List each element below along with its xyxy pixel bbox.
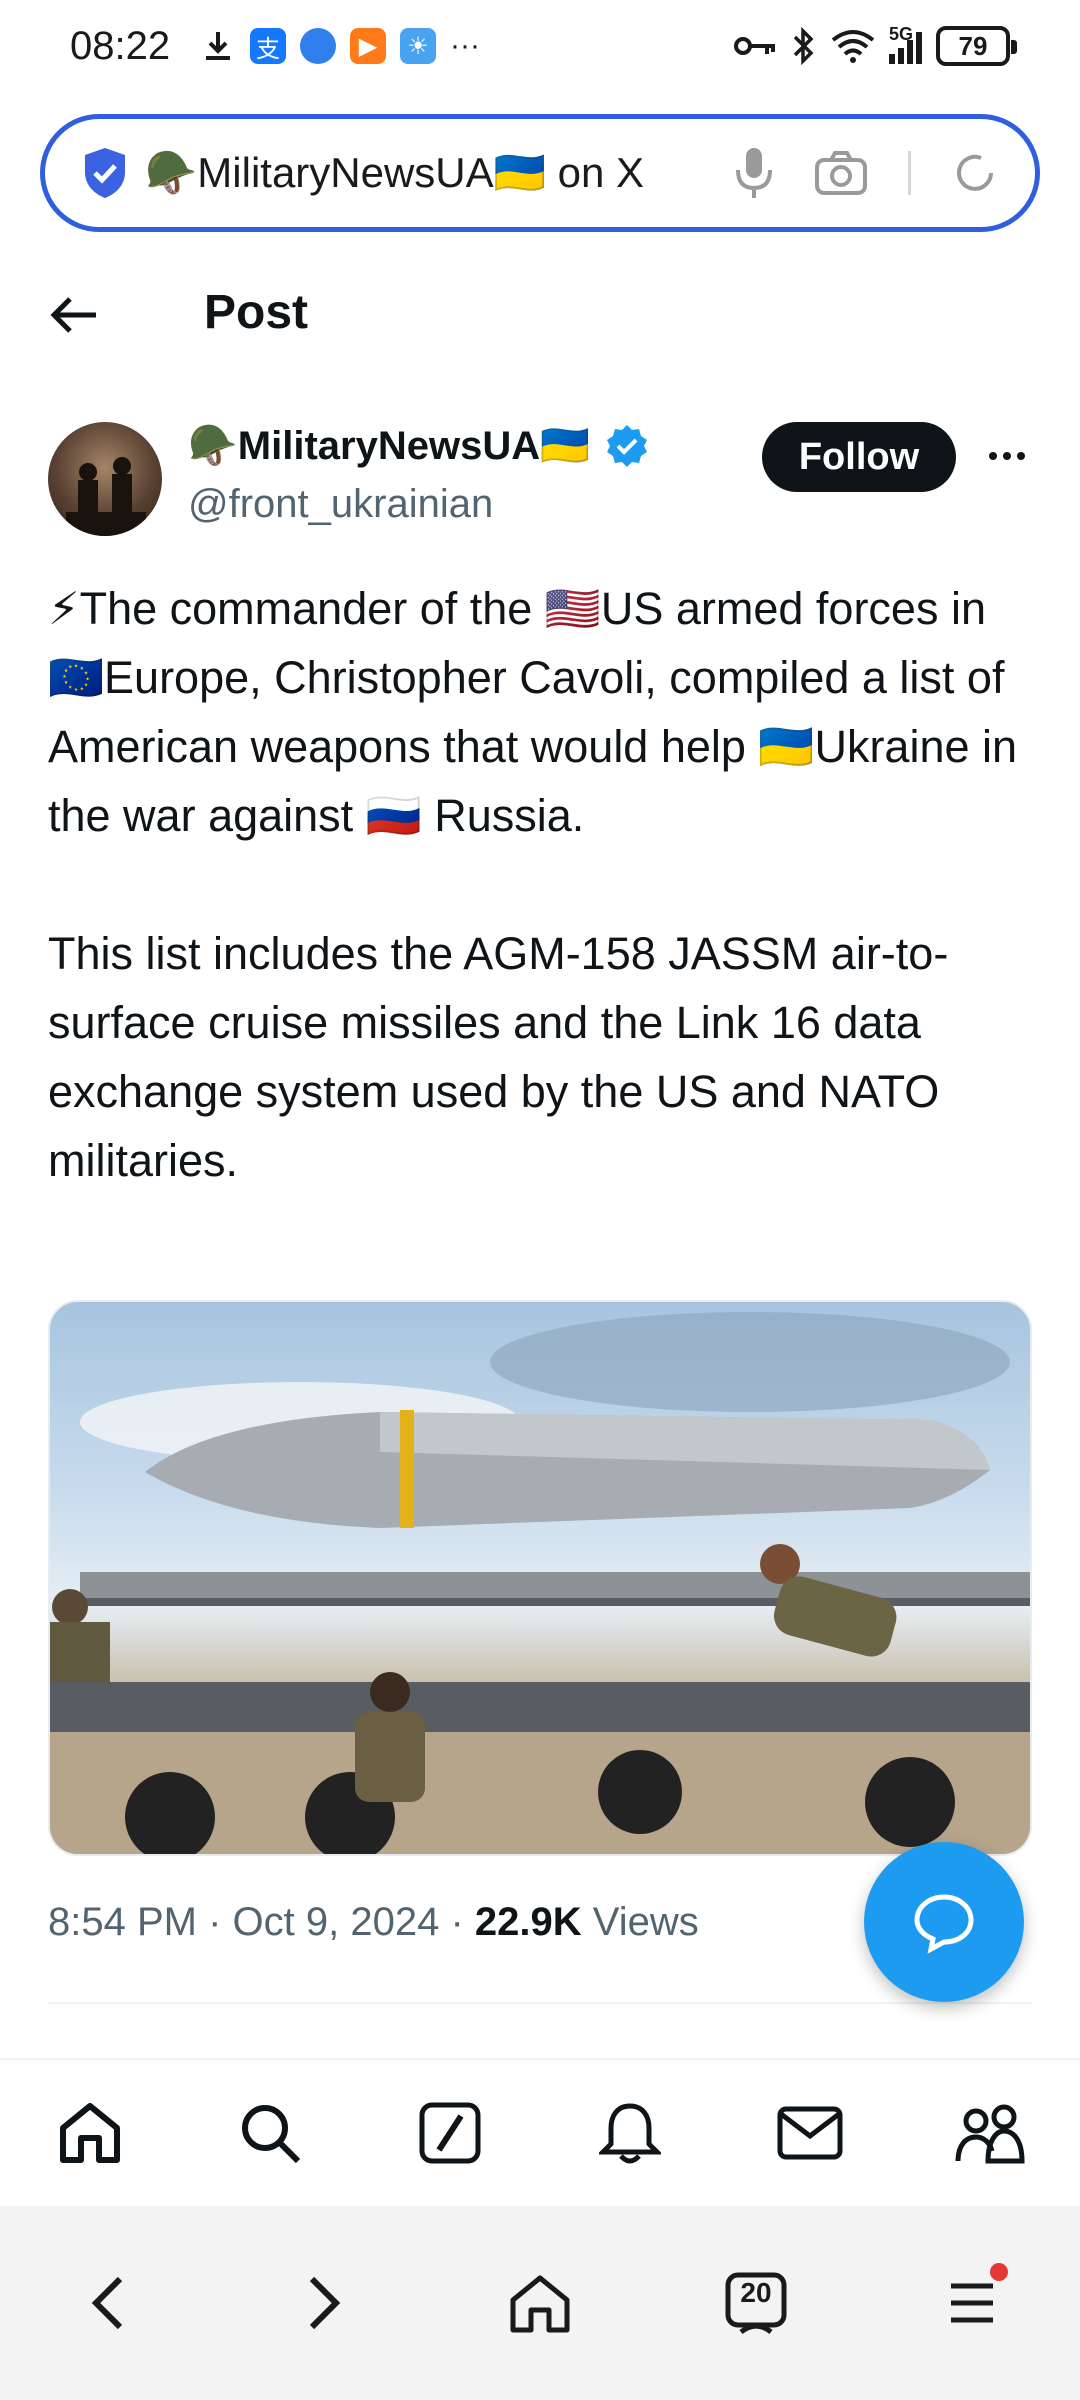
nav-notifications[interactable] <box>585 2088 675 2178</box>
browser-menu-button[interactable] <box>922 2253 1022 2353</box>
status-time: 08:22 <box>70 24 171 68</box>
bluetooth-icon <box>793 27 814 65</box>
app-icon <box>300 28 336 64</box>
tweet-text: ⚡The commander of the 🇺🇸US armed forces … <box>48 583 1018 1186</box>
menu-icon <box>951 2283 993 2323</box>
microphone-icon[interactable] <box>734 144 774 202</box>
nav-home[interactable] <box>45 2088 135 2178</box>
app-bottom-nav <box>0 2058 1080 2206</box>
tweet-meta: 8:54 PM · Oct 9, 2024 · 22.9K Views <box>48 1900 699 1945</box>
browser-home-button[interactable] <box>490 2253 590 2353</box>
search-icon <box>242 2105 301 2164</box>
author-handle[interactable]: @front_ukrainian <box>188 482 493 527</box>
shield-check-icon <box>85 148 125 198</box>
avatar[interactable] <box>48 422 162 536</box>
meta-separator: · <box>450 1900 475 1944</box>
back-icon <box>91 2276 123 2330</box>
notifications-icon <box>599 2103 661 2164</box>
grok-icon <box>419 2102 481 2164</box>
browser-forward-button[interactable] <box>274 2253 374 2353</box>
views-label: Views <box>592 1900 699 1944</box>
nav-search[interactable] <box>225 2088 315 2178</box>
forward-icon <box>309 2276 341 2330</box>
nav-messages[interactable] <box>765 2088 855 2178</box>
back-arrow-icon[interactable] <box>46 287 102 343</box>
views-count: 22.9K <box>474 1900 582 1944</box>
browser-tabs-button[interactable]: 20 <box>706 2253 806 2353</box>
address-text[interactable]: 🪖MilitaryNewsUA🇺🇦 on X <box>145 149 734 198</box>
avatar-image <box>66 457 146 536</box>
more-dots-icon: ··· <box>450 29 480 62</box>
compose-reply-button[interactable] <box>864 1842 1024 2002</box>
divider <box>48 2002 1032 2004</box>
battery-icon: 79 <box>936 26 1017 66</box>
alipay-icon: 支 <box>250 28 286 64</box>
tweet-time: 8:54 PM <box>48 1900 197 1944</box>
chat-bubble-icon <box>914 1894 974 1954</box>
missile-photo <box>50 1312 1030 1854</box>
network-type-label: 5G <box>889 24 914 44</box>
communities-icon <box>955 2104 1025 2164</box>
verified-badge-icon <box>606 424 647 467</box>
page-title: Post <box>204 286 309 339</box>
post-header: Post <box>0 265 1080 365</box>
author-name-row[interactable]: 🪖MilitaryNewsUA🇺🇦 <box>188 422 650 469</box>
download-icon <box>206 32 230 60</box>
browser-address-bar[interactable]: 🪖MilitaryNewsUA🇺🇦 on X <box>40 114 1040 232</box>
address-divider <box>908 151 911 195</box>
refresh-icon[interactable] <box>951 149 999 197</box>
status-bar: 08:22 支 ▶ ☀ ··· 5G 79 <box>0 0 1080 100</box>
tweet-media-image[interactable] <box>48 1300 1032 1856</box>
home-icon <box>60 2103 120 2163</box>
messages-icon <box>777 2106 843 2160</box>
signal-icon: 5G <box>889 24 922 64</box>
notification-dot <box>990 2263 1008 2281</box>
key-icon <box>734 37 775 55</box>
status-notification-icons: 支 ▶ ☀ ··· <box>200 28 480 64</box>
browser-back-button[interactable] <box>58 2253 158 2353</box>
camera-icon[interactable] <box>814 150 868 196</box>
weather-icon: ☀ <box>400 28 436 64</box>
status-system-icons: 5G 79 <box>733 24 1017 66</box>
home-icon <box>510 2275 570 2333</box>
author-name[interactable]: 🪖MilitaryNewsUA🇺🇦 <box>188 422 590 469</box>
tab-count: 20 <box>740 2277 772 2308</box>
nav-communities[interactable] <box>945 2088 1035 2178</box>
wifi-icon <box>831 30 875 63</box>
video-icon: ▶ <box>350 28 386 64</box>
meta-separator: · <box>208 1900 233 1944</box>
tweet-date: Oct 9, 2024 <box>232 1900 440 1944</box>
nav-grok[interactable] <box>405 2088 495 2178</box>
follow-button[interactable]: Follow <box>762 422 956 492</box>
browser-bottom-bar: 20 <box>0 2206 1080 2400</box>
more-options-icon[interactable] <box>982 436 1032 476</box>
